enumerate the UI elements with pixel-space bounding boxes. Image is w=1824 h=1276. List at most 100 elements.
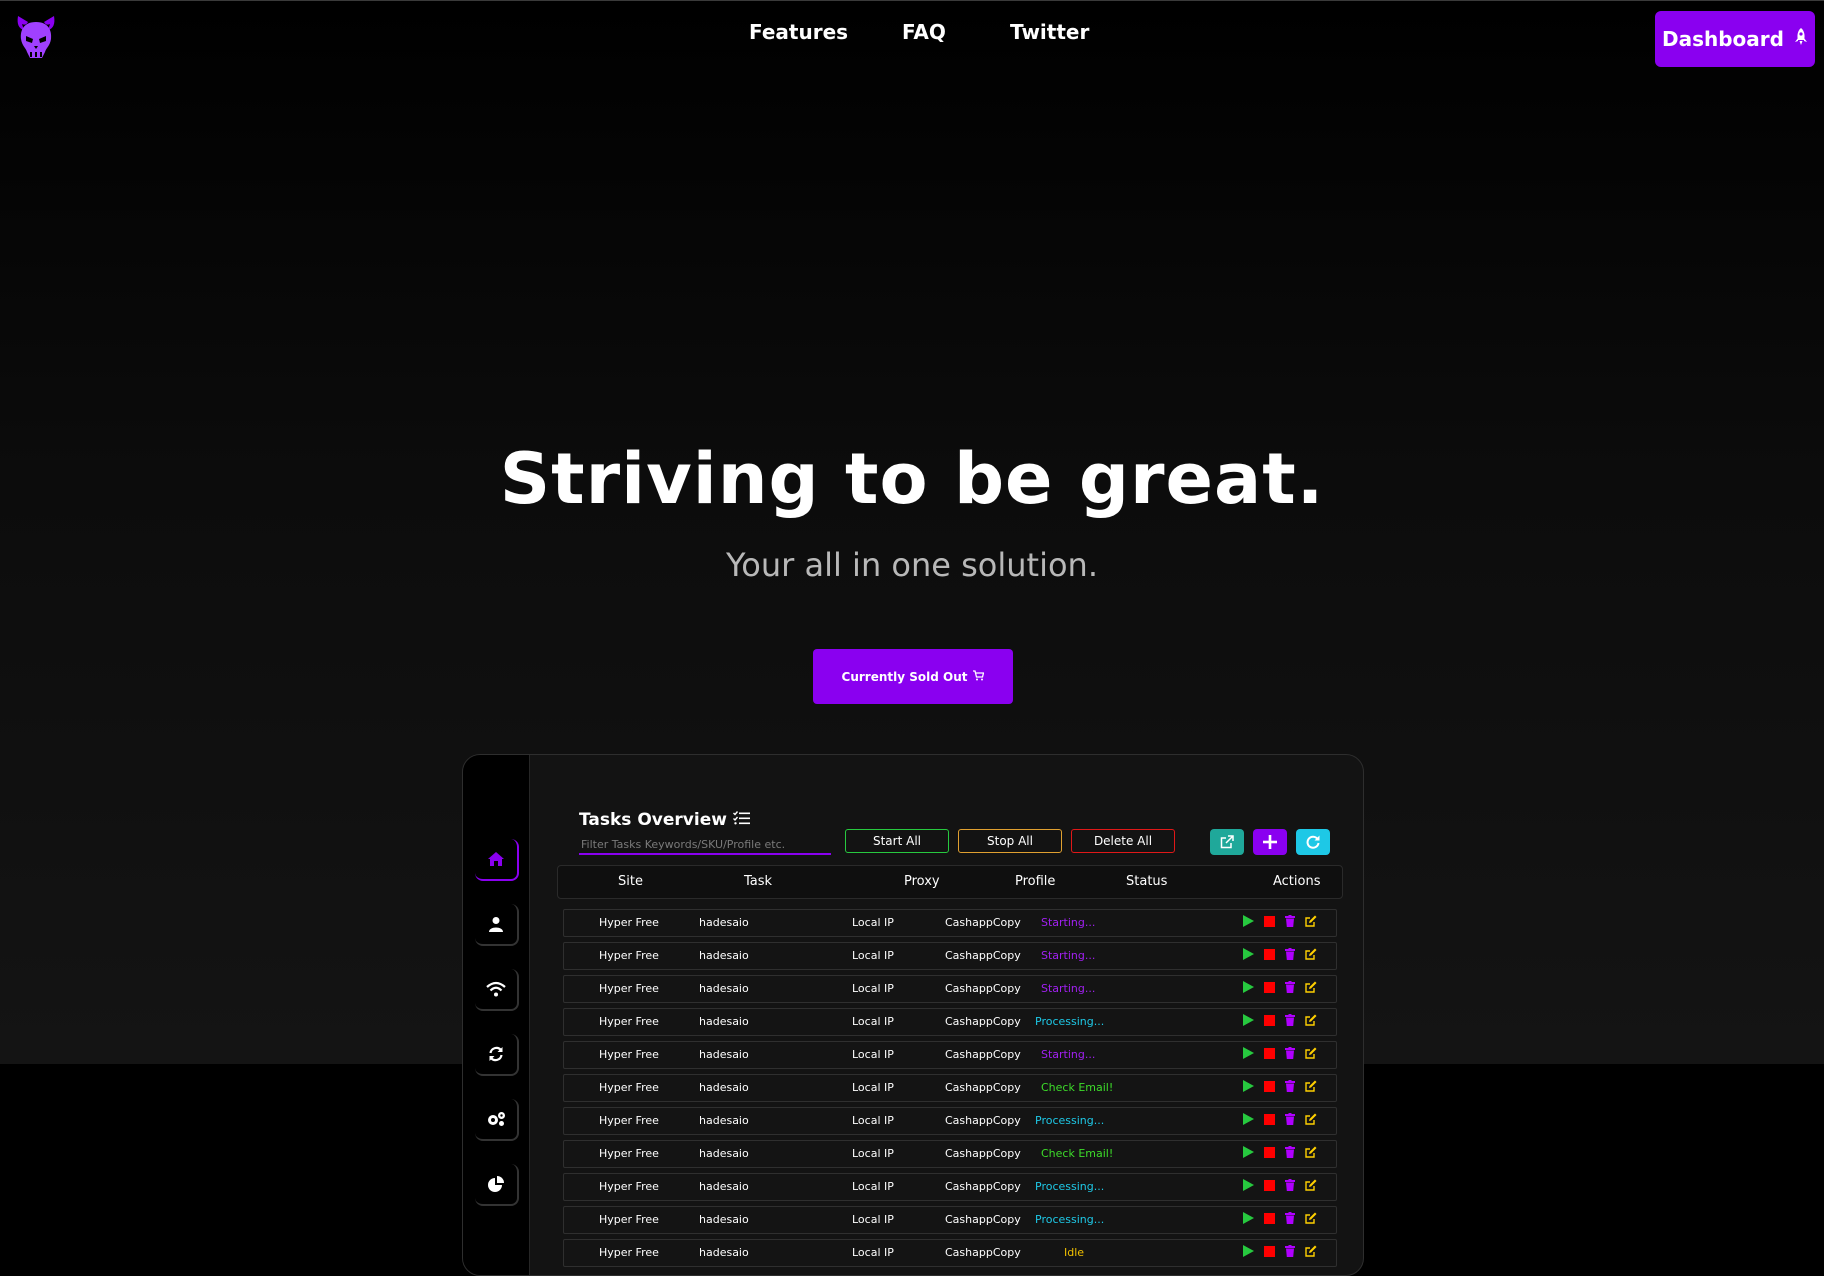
- proxy-cell: Local IP: [852, 1147, 894, 1160]
- stop-icon[interactable]: [1263, 1212, 1275, 1224]
- tasks-overview-label: Tasks Overview: [579, 810, 727, 830]
- play-icon[interactable]: [1242, 1212, 1254, 1224]
- site-cell: Hyper Free: [599, 982, 659, 995]
- stop-icon[interactable]: [1263, 1146, 1275, 1158]
- proxy-cell: Local IP: [852, 1246, 894, 1259]
- stop-icon[interactable]: [1263, 981, 1275, 993]
- status-cell: Starting...: [1041, 916, 1096, 929]
- play-icon[interactable]: [1242, 1179, 1254, 1191]
- trash-icon[interactable]: [1284, 1179, 1296, 1191]
- profile-cell: CashappCopy: [945, 1246, 1021, 1259]
- play-icon[interactable]: [1242, 915, 1254, 927]
- status-cell: Idle: [1064, 1246, 1085, 1259]
- row-actions: [1242, 1047, 1317, 1059]
- trash-icon[interactable]: [1284, 948, 1296, 960]
- status-cell: Processing...: [1035, 1114, 1105, 1127]
- wifi-icon[interactable]: [475, 969, 519, 1011]
- stop-icon[interactable]: [1263, 1014, 1275, 1026]
- top-border: [0, 0, 1824, 1]
- task-cell: hadesaio: [699, 1081, 749, 1094]
- proxy-cell: Local IP: [852, 1015, 894, 1028]
- nav-link-features[interactable]: Features: [749, 20, 848, 44]
- status-cell: Starting...: [1041, 1048, 1096, 1061]
- play-icon[interactable]: [1242, 1047, 1254, 1059]
- stop-icon[interactable]: [1263, 1113, 1275, 1125]
- stop-icon[interactable]: [1263, 1179, 1275, 1191]
- trash-icon[interactable]: [1284, 1212, 1296, 1224]
- play-icon[interactable]: [1242, 1014, 1254, 1026]
- col-actions: Actions: [1273, 874, 1321, 889]
- sync-icon[interactable]: [475, 1034, 519, 1076]
- play-icon[interactable]: [1242, 1080, 1254, 1092]
- row-actions: [1242, 1179, 1317, 1191]
- cart-icon: [973, 669, 985, 684]
- site-cell: Hyper Free: [599, 949, 659, 962]
- stop-icon[interactable]: [1263, 1047, 1275, 1059]
- table-row: Hyper Free hadesaio Local IP CashappCopy Pro…: [563, 1107, 1337, 1135]
- profile-cell: CashappCopy: [945, 1114, 1021, 1127]
- stop-icon[interactable]: [1263, 948, 1275, 960]
- trash-icon[interactable]: [1284, 1014, 1296, 1026]
- play-icon[interactable]: [1242, 981, 1254, 993]
- trash-icon[interactable]: [1284, 1113, 1296, 1125]
- edit-icon[interactable]: [1305, 1245, 1317, 1257]
- gears-icon[interactable]: [475, 1099, 519, 1141]
- play-icon[interactable]: [1242, 1146, 1254, 1158]
- play-icon[interactable]: [1242, 1245, 1254, 1257]
- nav-link-faq[interactable]: FAQ: [902, 20, 946, 44]
- trash-icon[interactable]: [1284, 915, 1296, 927]
- site-cell: Hyper Free: [599, 1147, 659, 1160]
- play-icon[interactable]: [1242, 948, 1254, 960]
- stop-icon[interactable]: [1263, 1080, 1275, 1092]
- delete-all-button[interactable]: Delete All: [1071, 829, 1175, 853]
- edit-icon[interactable]: [1305, 948, 1317, 960]
- profile-cell: CashappCopy: [945, 1213, 1021, 1226]
- edit-icon[interactable]: [1305, 1146, 1317, 1158]
- edit-icon[interactable]: [1305, 1179, 1317, 1191]
- edit-icon[interactable]: [1305, 981, 1317, 993]
- trash-icon[interactable]: [1284, 1047, 1296, 1059]
- row-actions: [1242, 1146, 1317, 1158]
- edit-icon[interactable]: [1305, 1212, 1317, 1224]
- edit-icon[interactable]: [1305, 915, 1317, 927]
- col-site: Site: [618, 874, 643, 889]
- site-cell: Hyper Free: [599, 1180, 659, 1193]
- edit-icon[interactable]: [1305, 1014, 1317, 1026]
- status-cell: Processing...: [1035, 1015, 1105, 1028]
- row-actions: [1242, 1212, 1317, 1224]
- table-row: Hyper Free hadesaio Local IP CashappCopy Pro…: [563, 1173, 1337, 1201]
- table-row: Hyper Free hadesaio Local IP CashappCopy Sta…: [563, 975, 1337, 1003]
- filter-tasks-input[interactable]: [579, 835, 831, 855]
- stop-icon[interactable]: [1263, 1245, 1275, 1257]
- row-actions: [1242, 915, 1317, 927]
- start-all-button[interactable]: Start All: [845, 829, 949, 853]
- home-icon[interactable]: [475, 839, 519, 881]
- trash-icon[interactable]: [1284, 1080, 1296, 1092]
- row-actions: [1242, 981, 1317, 993]
- proxy-cell: Local IP: [852, 949, 894, 962]
- profile-cell: CashappCopy: [945, 1147, 1021, 1160]
- plus-icon[interactable]: [1253, 829, 1287, 855]
- user-icon[interactable]: [475, 904, 519, 946]
- top-nav: Features FAQ Twitter: [0, 20, 1824, 50]
- proxy-cell: Local IP: [852, 1114, 894, 1127]
- edit-icon[interactable]: [1305, 1047, 1317, 1059]
- app-preview-window: Tasks Overview Start All Stop All Delete…: [462, 754, 1364, 1276]
- edit-icon[interactable]: [1305, 1080, 1317, 1092]
- pie-chart-icon[interactable]: [475, 1164, 519, 1206]
- table-row: Hyper Free hadesaio Local IP CashappCopy Pro…: [563, 1206, 1337, 1234]
- profile-cell: CashappCopy: [945, 949, 1021, 962]
- stop-icon[interactable]: [1263, 915, 1275, 927]
- external-link-icon[interactable]: [1210, 829, 1244, 855]
- nav-link-twitter[interactable]: Twitter: [1010, 20, 1089, 44]
- refresh-icon[interactable]: [1296, 829, 1330, 855]
- trash-icon[interactable]: [1284, 981, 1296, 993]
- stop-all-button[interactable]: Stop All: [958, 829, 1062, 853]
- dashboard-button[interactable]: Dashboard: [1655, 11, 1815, 67]
- trash-icon[interactable]: [1284, 1245, 1296, 1257]
- edit-icon[interactable]: [1305, 1113, 1317, 1125]
- trash-icon[interactable]: [1284, 1146, 1296, 1158]
- sold-out-button[interactable]: Currently Sold Out: [813, 649, 1013, 704]
- play-icon[interactable]: [1242, 1113, 1254, 1125]
- proxy-cell: Local IP: [852, 1081, 894, 1094]
